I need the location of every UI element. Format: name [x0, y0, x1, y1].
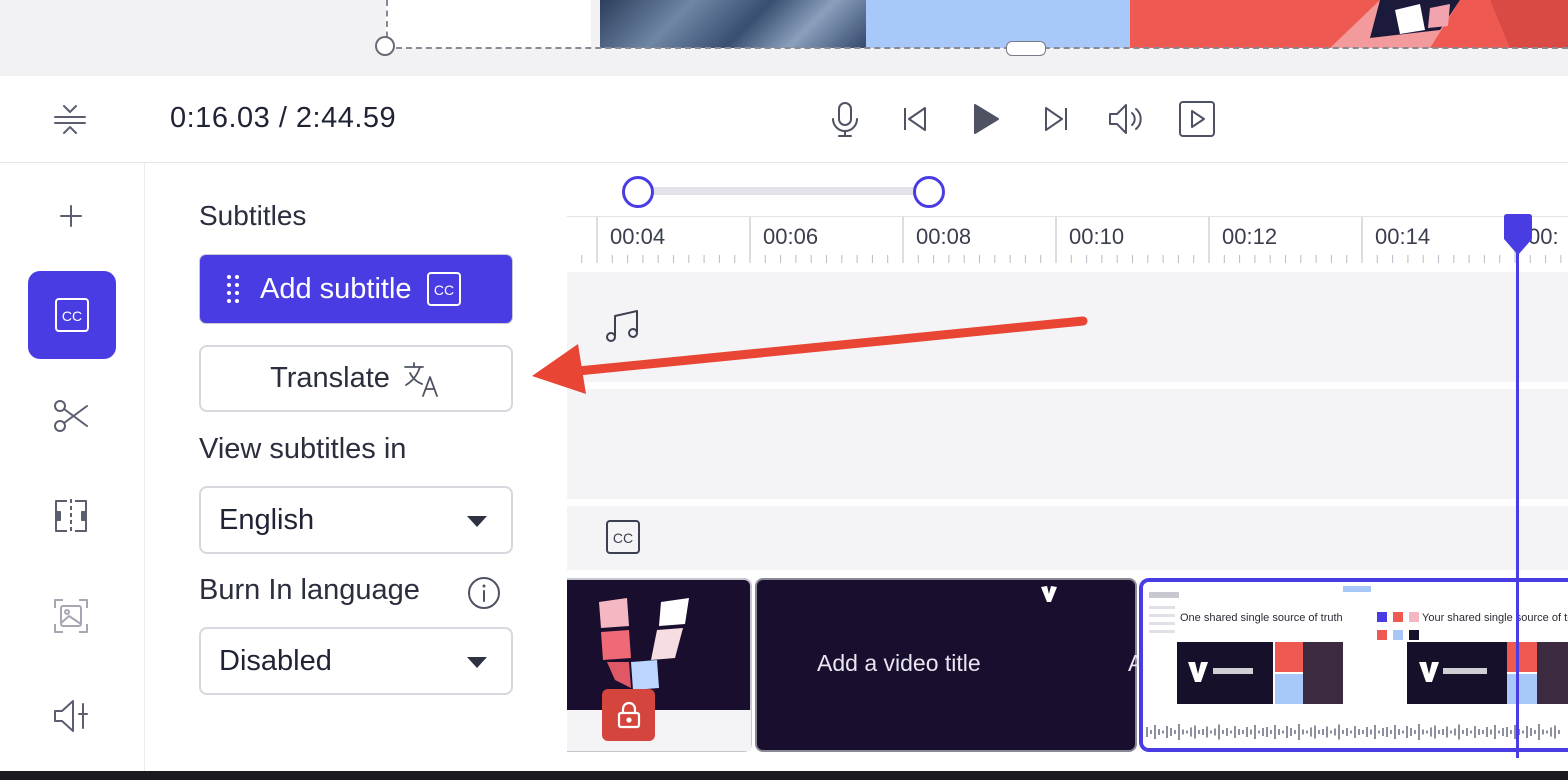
svg-text:CC: CC [62, 308, 82, 324]
lock-icon[interactable] [602, 689, 655, 741]
clip-title-text: Add a video title [817, 650, 981, 676]
burn-in-value: Disabled [219, 644, 332, 677]
dropdown-caret-icon [467, 657, 487, 668]
add-subtitle-button[interactable]: Add subtitle CC [200, 255, 512, 323]
brand-logo-icon [1040, 585, 1058, 603]
microphone-icon[interactable] [825, 99, 865, 139]
clip-screen-text-1: One shared single source of truth [1180, 612, 1343, 624]
translate-icon [402, 359, 442, 399]
panel-title: Subtitles [199, 200, 307, 231]
plus-icon[interactable] [51, 196, 91, 236]
scissors-icon[interactable] [51, 396, 91, 436]
timeline-zoom-range[interactable] [638, 187, 930, 195]
view-subtitles-select[interactable]: English [199, 486, 513, 554]
cc-icon: CC [426, 271, 462, 307]
ruler-tick-label: 00:10 [1069, 224, 1125, 249]
preview-frame-red [1130, 0, 1568, 48]
crop-guide-horizontal [386, 47, 1568, 49]
preview-play-icon[interactable] [1177, 99, 1217, 139]
skip-forward-icon[interactable] [1036, 99, 1076, 139]
ruler-tick-label: 00:14 [1375, 224, 1431, 249]
preview-frame-white [386, 0, 591, 48]
playhead-line[interactable] [1516, 218, 1519, 758]
add-subtitle-label: Add subtitle [260, 272, 412, 305]
view-subtitles-value: English [219, 503, 315, 536]
image-icon[interactable] [51, 596, 91, 636]
crop-corner-handle[interactable] [375, 36, 395, 56]
cc-icon: CC [52, 295, 92, 335]
translate-label: Translate [270, 362, 390, 394]
preview-frame-ocean [600, 0, 866, 48]
svg-text:CC: CC [613, 530, 633, 546]
subtitle-track[interactable] [567, 506, 1568, 570]
info-icon[interactable] [467, 576, 501, 610]
ruler-tick-label: 00:12 [1222, 224, 1278, 249]
drag-handle-icon[interactable] [226, 273, 240, 305]
zoom-range-end-handle[interactable] [913, 176, 945, 208]
split-icon[interactable] [51, 496, 91, 536]
view-subtitles-label: View subtitles in [199, 433, 407, 465]
collapse-icon[interactable] [50, 99, 90, 139]
time-readout: 0:16.03 / 2:44.59 [170, 102, 397, 134]
svg-text:CC: CC [433, 282, 453, 298]
cc-icon: CC [605, 519, 641, 555]
annotation-arrow [528, 312, 1093, 398]
audio-waveform [1146, 720, 1564, 744]
burn-in-language-select[interactable]: Disabled [199, 627, 513, 695]
ruler-tick-label: 00:08 [916, 224, 972, 249]
tool-sidebar [0, 163, 145, 780]
empty-track[interactable] [567, 389, 1568, 499]
clip-screen-text-2: Your shared single source of truth [1422, 612, 1568, 624]
play-icon[interactable] [965, 99, 1005, 139]
speaker-settings-icon[interactable] [51, 696, 91, 736]
zoom-range-start-handle[interactable] [622, 176, 654, 208]
skip-back-icon[interactable] [895, 99, 935, 139]
ruler-tick-label: 00:06 [763, 224, 819, 249]
burn-in-language-label: Burn In language [199, 574, 420, 606]
ruler-tick-label: 00:04 [610, 224, 666, 249]
clip-footer [567, 710, 751, 751]
sidebar-item-subtitles[interactable]: CC [28, 271, 116, 359]
volume-icon[interactable] [1106, 99, 1146, 139]
playhead-handle[interactable] [1500, 213, 1536, 257]
translate-button[interactable]: Translate [199, 345, 513, 412]
preview-frame-blue [866, 0, 1130, 48]
window-bottom-edge [0, 771, 1568, 780]
resize-grip-handle[interactable] [1006, 41, 1046, 56]
dropdown-caret-icon [467, 516, 487, 527]
